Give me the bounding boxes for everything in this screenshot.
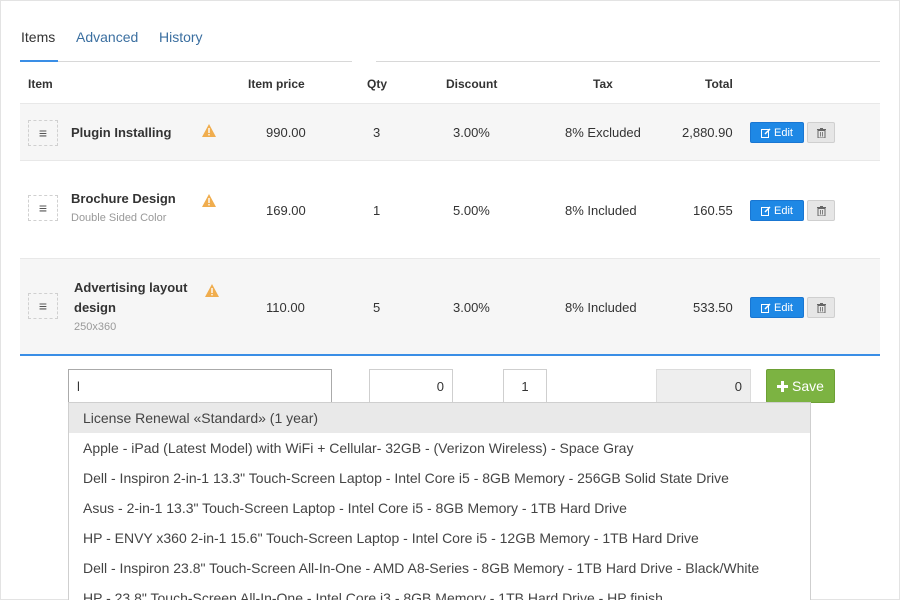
edit-button[interactable]: Edit — [750, 122, 804, 143]
autocomplete-dropdown: License Renewal «Standard» (1 year) Appl… — [68, 402, 811, 600]
item-qty: 3 — [373, 125, 381, 140]
item-total: 533.50 — [693, 300, 733, 315]
edit-label: Edit — [774, 126, 793, 139]
item-qty: 1 — [373, 203, 381, 218]
edit-icon — [761, 205, 771, 216]
item-search-input[interactable] — [68, 369, 332, 403]
save-label: Save — [792, 378, 824, 394]
item-tax: 8% Excluded — [565, 125, 641, 140]
edit-button[interactable]: Edit — [750, 200, 804, 221]
item-price: 990.00 — [266, 125, 306, 140]
active-tab-indicator — [20, 60, 58, 62]
suggestion-item[interactable]: Asus - 2-in-1 13.3" Touch-Screen Laptop … — [69, 493, 810, 523]
tab-divider — [376, 61, 880, 62]
suggestion-item[interactable]: Dell - Inspiron 23.8" Touch-Screen All-I… — [69, 553, 810, 583]
new-item-divider — [20, 354, 880, 356]
item-discount: 3.00% — [453, 300, 490, 315]
table-row: ≡ Plugin Installing 990.00 3 3.00% 8% Ex… — [20, 103, 880, 160]
item-description: 250x360 — [74, 321, 117, 333]
item-discount: 3.00% — [453, 125, 490, 140]
new-item-qty-input[interactable] — [503, 369, 547, 403]
column-header-item: Item — [28, 77, 53, 91]
warning-icon — [202, 194, 216, 207]
suggestion-item[interactable]: HP - ENVY x360 2-in-1 15.6" Touch-Screen… — [69, 523, 810, 553]
new-item-price-input[interactable] — [369, 369, 453, 403]
item-discount: 5.00% — [453, 203, 490, 218]
item-tax: 8% Included — [565, 203, 637, 218]
item-name: Brochure Design — [71, 191, 176, 206]
trash-icon — [816, 205, 826, 216]
delete-button[interactable] — [807, 297, 835, 318]
item-price: 110.00 — [266, 300, 305, 315]
tab-bar: Items Advanced History — [20, 27, 880, 62]
item-total: 160.55 — [693, 203, 733, 218]
drag-handle-icon[interactable]: ≡ — [28, 195, 58, 221]
edit-icon — [761, 302, 771, 313]
save-button[interactable]: Save — [766, 369, 835, 403]
warning-icon — [205, 284, 219, 297]
plus-icon — [777, 380, 789, 392]
edit-button[interactable]: Edit — [750, 297, 804, 318]
tab-items[interactable]: Items — [21, 27, 55, 62]
warning-icon — [202, 124, 216, 137]
column-header-qty: Qty — [367, 77, 388, 91]
delete-button[interactable] — [807, 122, 835, 143]
column-header-tax: Tax — [593, 77, 613, 91]
delete-button[interactable] — [807, 200, 835, 221]
drag-handle-icon[interactable]: ≡ — [28, 293, 58, 319]
item-total: 2,880.90 — [682, 125, 733, 140]
suggestion-item[interactable]: Apple - iPad (Latest Model) with WiFi + … — [69, 433, 810, 463]
trash-icon — [816, 127, 826, 138]
item-description: Double Sided Color — [71, 212, 167, 224]
edit-label: Edit — [774, 301, 793, 314]
column-header-price: Item price — [248, 77, 305, 91]
edit-label: Edit — [774, 204, 793, 217]
item-price: 169.00 — [266, 203, 306, 218]
tab-divider — [20, 61, 352, 62]
item-name: Plugin Installing — [71, 125, 172, 140]
column-header-total: Total — [705, 77, 733, 91]
edit-icon — [761, 127, 771, 138]
suggestion-item[interactable]: HP - 23.8" Touch-Screen All-In-One - Int… — [69, 583, 810, 600]
item-name: Advertising layout design — [74, 280, 188, 315]
drag-handle-icon[interactable]: ≡ — [28, 120, 58, 146]
table-row: ≡ Brochure Design Double Sided Color 169… — [20, 160, 880, 258]
new-item-total-field — [656, 369, 751, 403]
item-tax: 8% Included — [565, 300, 637, 315]
trash-icon — [816, 302, 826, 313]
item-qty: 5 — [373, 300, 381, 315]
table-row: ≡ Advertising layout design 250x360 110.… — [20, 258, 880, 354]
tab-advanced[interactable]: Advanced — [76, 27, 138, 62]
suggestion-item[interactable]: License Renewal «Standard» (1 year) — [69, 403, 810, 433]
suggestion-item[interactable]: Dell - Inspiron 2-in-1 13.3" Touch-Scree… — [69, 463, 810, 493]
tab-history[interactable]: History — [159, 27, 203, 62]
column-header-discount: Discount — [446, 77, 498, 91]
